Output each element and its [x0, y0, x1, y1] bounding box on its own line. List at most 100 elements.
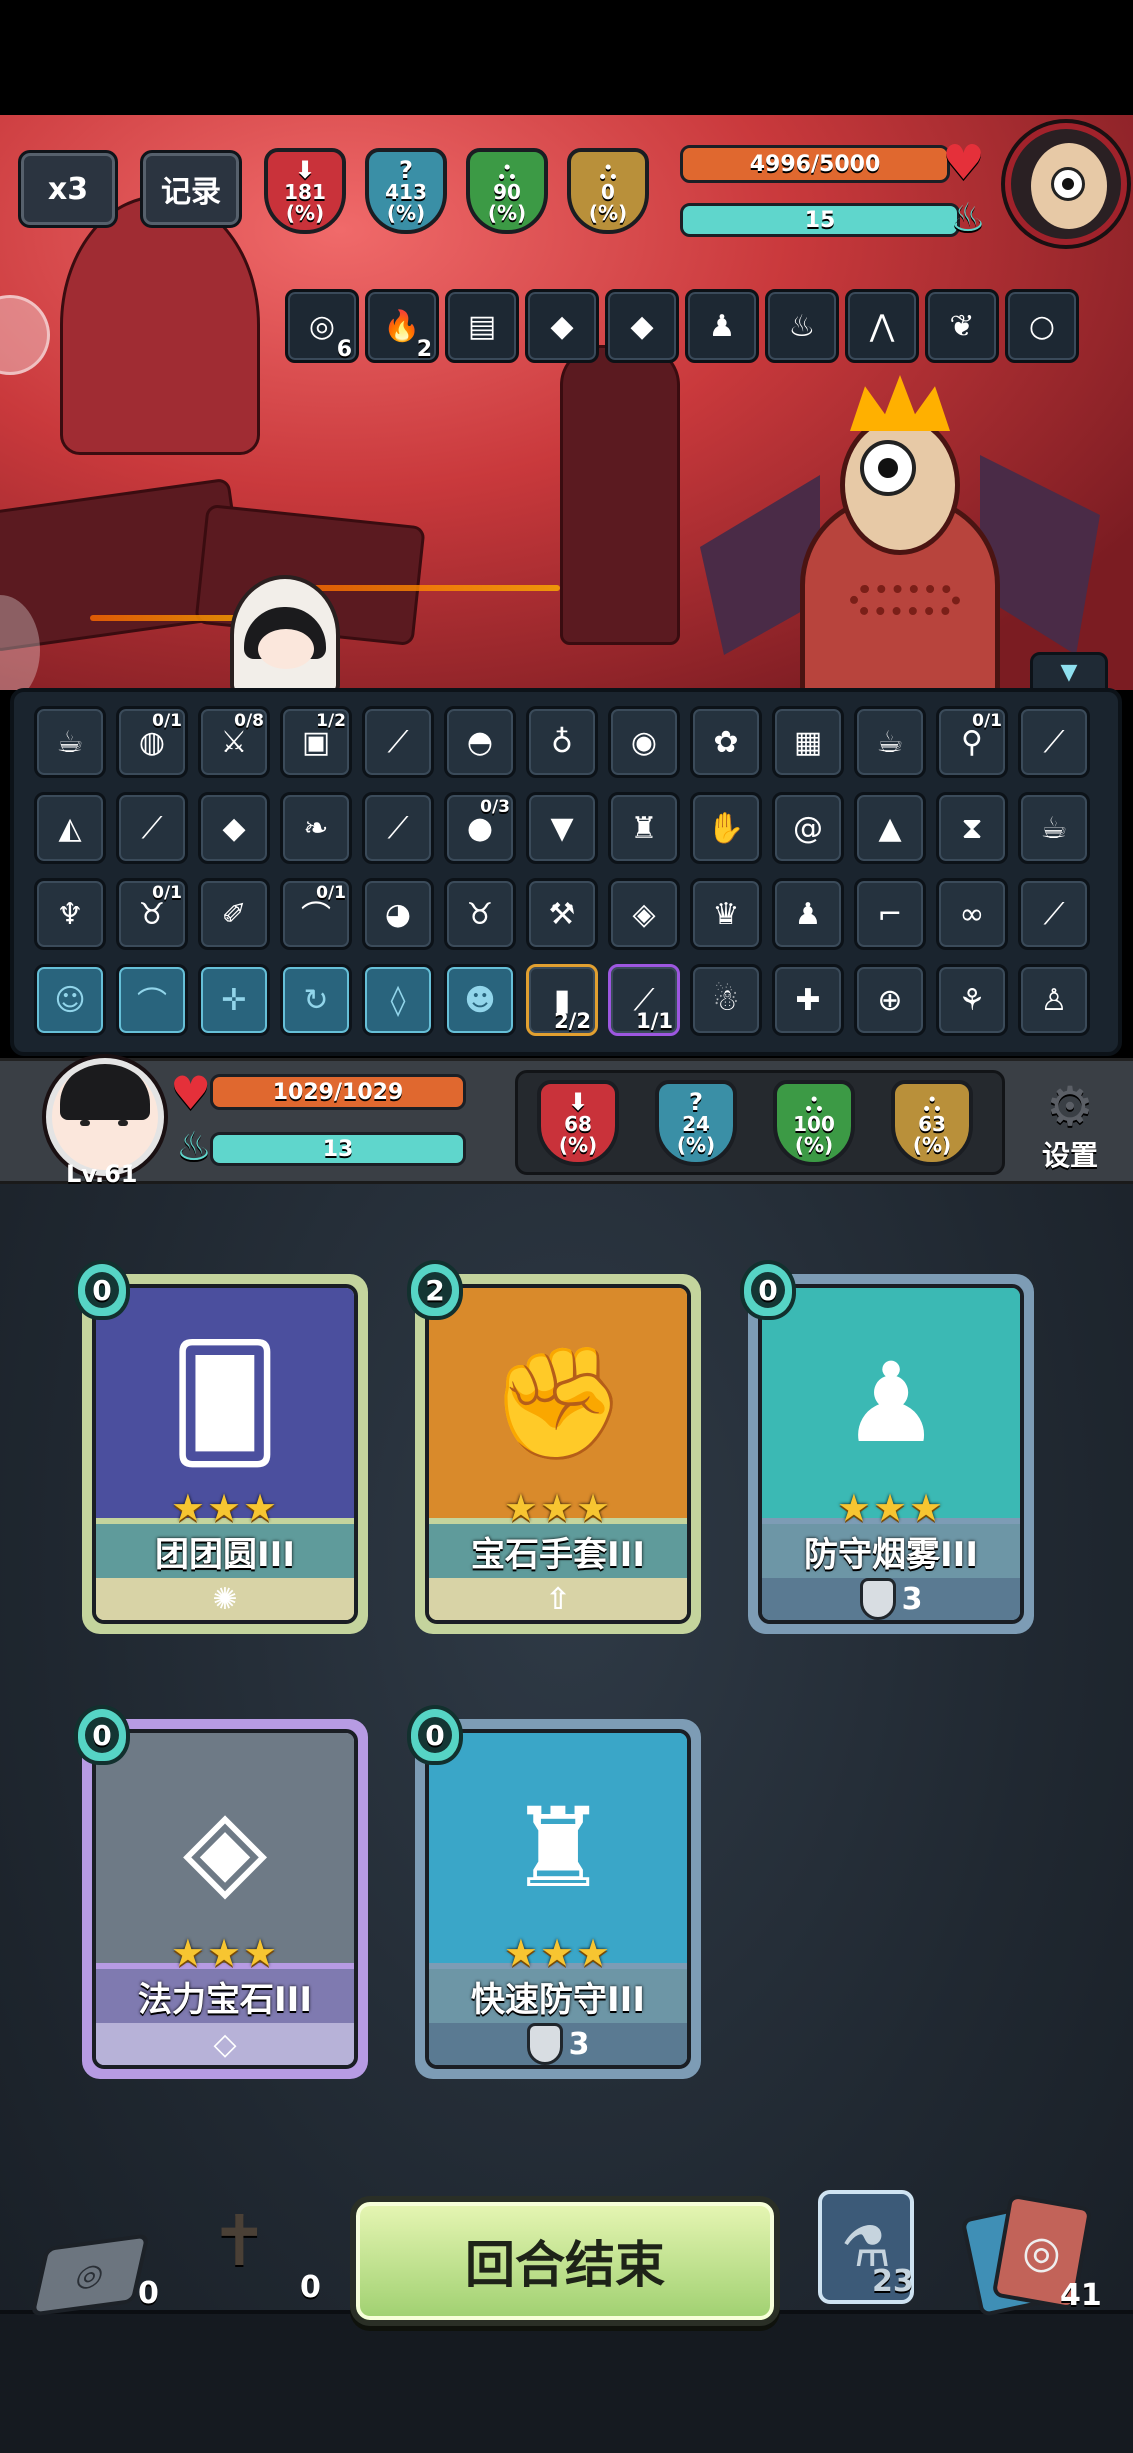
card-name: 宝石手套III [429, 1524, 687, 1578]
inventory-slot[interactable]: ⟋ [1018, 706, 1090, 778]
slot-count: 0/1 [152, 711, 182, 731]
goggles-icon: ∞ [959, 896, 985, 932]
teapot-icon: ☕ [876, 724, 904, 760]
inventory-slot[interactable]: ▣ 1/2 [280, 706, 352, 778]
enemy-relic[interactable]: ◆ [605, 289, 679, 363]
hand-card[interactable]: 0 🂠 ★★★ 团团圆III ✺ [74, 1260, 368, 1634]
enemy-avatar[interactable] [1005, 123, 1127, 245]
inventory-slot[interactable]: ✿ [690, 706, 762, 778]
inventory-slot[interactable]: ✐ [198, 878, 270, 950]
inventory-slot[interactable]: ❧ [280, 792, 352, 864]
log-button[interactable]: 记录 [140, 150, 242, 228]
draw-pile[interactable]: ◎ 0 [30, 2233, 159, 2320]
potion-count: 23 [872, 2264, 914, 2299]
inventory-slot[interactable]: ⟋ [116, 792, 188, 864]
inventory-slot[interactable]: ∞ [936, 878, 1008, 950]
side-pause-bubble[interactable] [0, 295, 50, 375]
inventory-slot[interactable]: ⌐ [854, 878, 926, 950]
inventory-slot[interactable]: ♆ [34, 878, 106, 950]
inventory-slot[interactable]: ⌒ 0/1 [280, 878, 352, 950]
inventory-slot[interactable]: ♜ [608, 792, 680, 864]
inventory-slot[interactable]: ✚ [772, 964, 844, 1036]
inventory-slot[interactable]: ▼ [526, 792, 598, 864]
enemy-stat-unit: (%) [386, 201, 426, 225]
hand-card[interactable]: 0 ◈ ★★★ 法力宝石III ◇ [74, 1705, 368, 2079]
card-footer: 3 [429, 2023, 687, 2065]
enemy-relic[interactable]: ◆ [525, 289, 599, 363]
inventory-slot[interactable]: ⚔ 0/8 [198, 706, 270, 778]
pouch-icon: ♉ [466, 896, 494, 932]
card-footer: ⇧ [429, 1578, 687, 1620]
inventory-slot[interactable]: ♉ [444, 878, 516, 950]
inventory-slot[interactable]: ☕ [1018, 792, 1090, 864]
inventory-slot[interactable]: ▦ [772, 706, 844, 778]
inventory-slot[interactable]: @ [772, 792, 844, 864]
inventory-collapse-button[interactable]: ▼ [1030, 652, 1108, 692]
yellow-horn-icon: ⟋ [141, 810, 163, 846]
merchant-icon: ☃ [712, 982, 740, 1018]
inventory-slot[interactable]: ✋ [690, 792, 762, 864]
inventory-slot[interactable]: ▮ 2/2 [526, 964, 598, 1036]
inventory-slot[interactable]: ◓ [444, 706, 516, 778]
deck-pile[interactable]: ◎ 41 [960, 2193, 1110, 2320]
shield-icon [859, 1578, 896, 1620]
inventory-slot[interactable]: ☕ [854, 706, 926, 778]
inventory-slot[interactable]: ◕ [362, 878, 434, 950]
inventory-slot[interactable]: ☻ [444, 964, 516, 1036]
inventory-slot[interactable]: ◉ [608, 706, 680, 778]
inventory-slot[interactable]: ◭ [34, 792, 106, 864]
inventory-slot[interactable]: ◆ [198, 792, 270, 864]
robe-icon: ♟ [708, 308, 736, 344]
inventory-slot[interactable]: ⌒ [116, 964, 188, 1036]
card-name: 防守烟雾III [762, 1524, 1020, 1578]
inventory-slot[interactable]: ♁ [526, 706, 598, 778]
inventory-slot[interactable]: ◈ [608, 878, 680, 950]
inventory-slot[interactable]: ✛ [198, 964, 270, 1036]
hand-card[interactable]: 0 ♟ ★★★ 防守烟雾III 3 [740, 1260, 1034, 1634]
inventory-slot[interactable]: ☺ [34, 964, 106, 1036]
rock-arch [60, 195, 260, 455]
card-cost-value: 0 [85, 1717, 119, 1753]
enemy-relic[interactable]: ▤ [445, 289, 519, 363]
inventory-slot[interactable]: ♛ [690, 878, 762, 950]
player-avatar[interactable] [46, 1058, 164, 1176]
settings-button[interactable]: ⚙ 设置 [1030, 1080, 1110, 1180]
speed-button[interactable]: x3 [18, 150, 118, 228]
inventory-slot[interactable]: ☃ [690, 964, 762, 1036]
inventory-slot[interactable]: ▲ [854, 792, 926, 864]
enemy-relic[interactable]: ◎ 6 [285, 289, 359, 363]
inventory-slot[interactable]: ⟋ 1/1 [608, 964, 680, 1036]
enemy-relic[interactable]: 🔥 2 [365, 289, 439, 363]
inventory-slot[interactable]: ◊ [362, 964, 434, 1036]
inventory-slot[interactable]: ● 0/3 [444, 792, 516, 864]
inventory-slot[interactable]: ♙ [1018, 964, 1090, 1036]
inventory-slot[interactable]: ◍ 0/1 [116, 706, 188, 778]
inventory-slot[interactable]: ⊕ [854, 964, 926, 1036]
locked-swirl-icon: ↻ [303, 982, 329, 1018]
inventory-slot[interactable]: ⟋ [362, 792, 434, 864]
end-turn-button[interactable]: 回合结束 [350, 2196, 780, 2326]
inventory-slot[interactable]: ⟋ [1018, 878, 1090, 950]
potion-button[interactable]: ⚗ 23 [818, 2190, 914, 2304]
enemy-relic[interactable]: ♨ [765, 289, 839, 363]
enemy-relic[interactable]: ♟ [685, 289, 759, 363]
signpost-icon: ✚ [795, 982, 821, 1018]
enemy-relic[interactable]: ○ [1005, 289, 1079, 363]
enemy-relic[interactable]: ❦ [925, 289, 999, 363]
inventory-slot[interactable]: ⚒ [526, 878, 598, 950]
enemy-relic[interactable]: ⋀ [845, 289, 919, 363]
inventory-slot[interactable]: ⧗ [936, 792, 1008, 864]
inventory-slot[interactable]: ♉ 0/1 [116, 878, 188, 950]
inventory-slot[interactable]: ⚘ [936, 964, 1008, 1036]
inventory-slot[interactable]: ♟ [772, 878, 844, 950]
inventory-slot[interactable]: ⟋ [362, 706, 434, 778]
brush-icon: ✐ [221, 896, 247, 932]
hand-card[interactable]: 2 ✊ ★★★ 宝石手套III ⇧ [407, 1260, 701, 1634]
inventory-slot[interactable]: ↻ [280, 964, 352, 1036]
discard-grave[interactable]: ✝ 0 [200, 2200, 340, 2320]
inventory-slot[interactable]: ⚲ 0/1 [936, 706, 1008, 778]
rock-pillar [560, 345, 680, 645]
hand-card[interactable]: 0 ♜ ★★★ 快速防守III 3 [407, 1705, 701, 2079]
flame-icon: 🔥 [383, 308, 421, 344]
inventory-slot[interactable]: ☕ [34, 706, 106, 778]
